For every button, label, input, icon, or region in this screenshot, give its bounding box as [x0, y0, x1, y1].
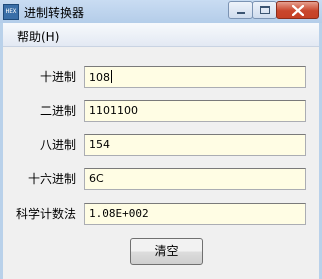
app-icon: HEX — [3, 4, 19, 20]
hex-value: 6C — [89, 172, 104, 185]
menu-help[interactable]: 帮助(H) — [17, 28, 59, 45]
decimal-label: 十进制 — [39, 70, 76, 84]
scientific-label: 科学计数法 — [15, 207, 76, 221]
binary-label: 二进制 — [39, 104, 76, 118]
binary-value: 1101100 — [89, 104, 138, 117]
client-area: 帮助(H) 十进制 108 二进制 1101100 八进制 154 十六进制 6… — [3, 23, 319, 279]
maximize-icon — [260, 6, 270, 14]
close-button[interactable] — [276, 1, 319, 19]
menu-bar: 帮助(H) — [3, 23, 319, 47]
minimize-icon — [237, 12, 245, 14]
maximize-button[interactable] — [252, 1, 277, 19]
decimal-field[interactable]: 108 — [84, 66, 306, 88]
scientific-value: 1.08E+002 — [89, 207, 149, 220]
text-caret — [111, 70, 112, 83]
decimal-value: 108 — [89, 71, 110, 84]
octal-value: 154 — [89, 138, 110, 151]
close-icon — [292, 5, 304, 16]
scientific-field[interactable]: 1.08E+002 — [84, 203, 306, 225]
window-title: 进制转换器 — [24, 6, 85, 20]
hex-field[interactable]: 6C — [84, 168, 306, 190]
octal-label: 八进制 — [39, 138, 76, 152]
octal-field[interactable]: 154 — [84, 134, 306, 156]
minimize-button[interactable] — [228, 1, 253, 19]
binary-field[interactable]: 1101100 — [84, 100, 306, 122]
hex-label: 十六进制 — [27, 172, 76, 186]
clear-button[interactable]: 清空 — [130, 238, 203, 265]
converter-window: HEX 进制转换器 帮助(H) 十进制 108 二进制 1101100 八进制 … — [0, 0, 322, 279]
title-bar[interactable]: HEX 进制转换器 — [0, 0, 322, 23]
